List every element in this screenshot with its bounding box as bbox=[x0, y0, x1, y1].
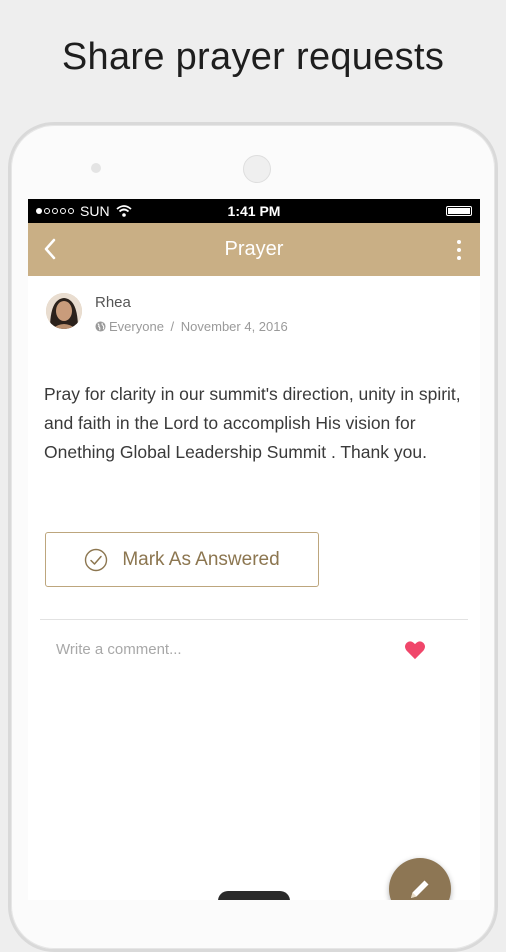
phone-camera bbox=[91, 163, 101, 173]
promo-headline: Share prayer requests bbox=[61, 36, 445, 78]
post-audience: Everyone bbox=[109, 319, 164, 334]
meta-separator: / bbox=[166, 319, 178, 334]
check-circle-icon bbox=[85, 548, 108, 571]
status-time: 1:41 PM bbox=[227, 203, 281, 219]
author-avatar[interactable] bbox=[46, 293, 82, 329]
more-vertical-icon bbox=[457, 240, 461, 244]
app-bar: Prayer bbox=[28, 223, 480, 276]
divider bbox=[40, 619, 468, 620]
phone-speaker bbox=[243, 155, 271, 183]
more-options-button[interactable] bbox=[446, 235, 472, 265]
battery-icon bbox=[446, 206, 472, 216]
globe-icon bbox=[95, 321, 106, 332]
post-meta: Everyone / November 4, 2016 bbox=[95, 319, 288, 334]
avatar-photo bbox=[46, 293, 82, 329]
status-bar: SUN 1:41 PM bbox=[28, 199, 480, 223]
app-screen: SUN 1:41 PM Prayer Rhea Everyone / Novem… bbox=[28, 199, 480, 900]
pencil-icon bbox=[411, 880, 429, 898]
mark-as-answered-button[interactable]: Mark As Answered bbox=[45, 532, 319, 587]
heart-icon[interactable] bbox=[404, 640, 426, 660]
mark-as-answered-label: Mark As Answered bbox=[122, 548, 280, 570]
comment-input[interactable] bbox=[56, 637, 386, 661]
post-date: November 4, 2016 bbox=[180, 319, 288, 334]
prayer-text: Pray for clarity in our summit's directi… bbox=[44, 384, 461, 462]
page-title: Prayer bbox=[224, 238, 284, 260]
home-indicator bbox=[218, 891, 290, 900]
author-name[interactable]: Rhea bbox=[95, 294, 131, 311]
compose-button[interactable] bbox=[389, 858, 451, 900]
